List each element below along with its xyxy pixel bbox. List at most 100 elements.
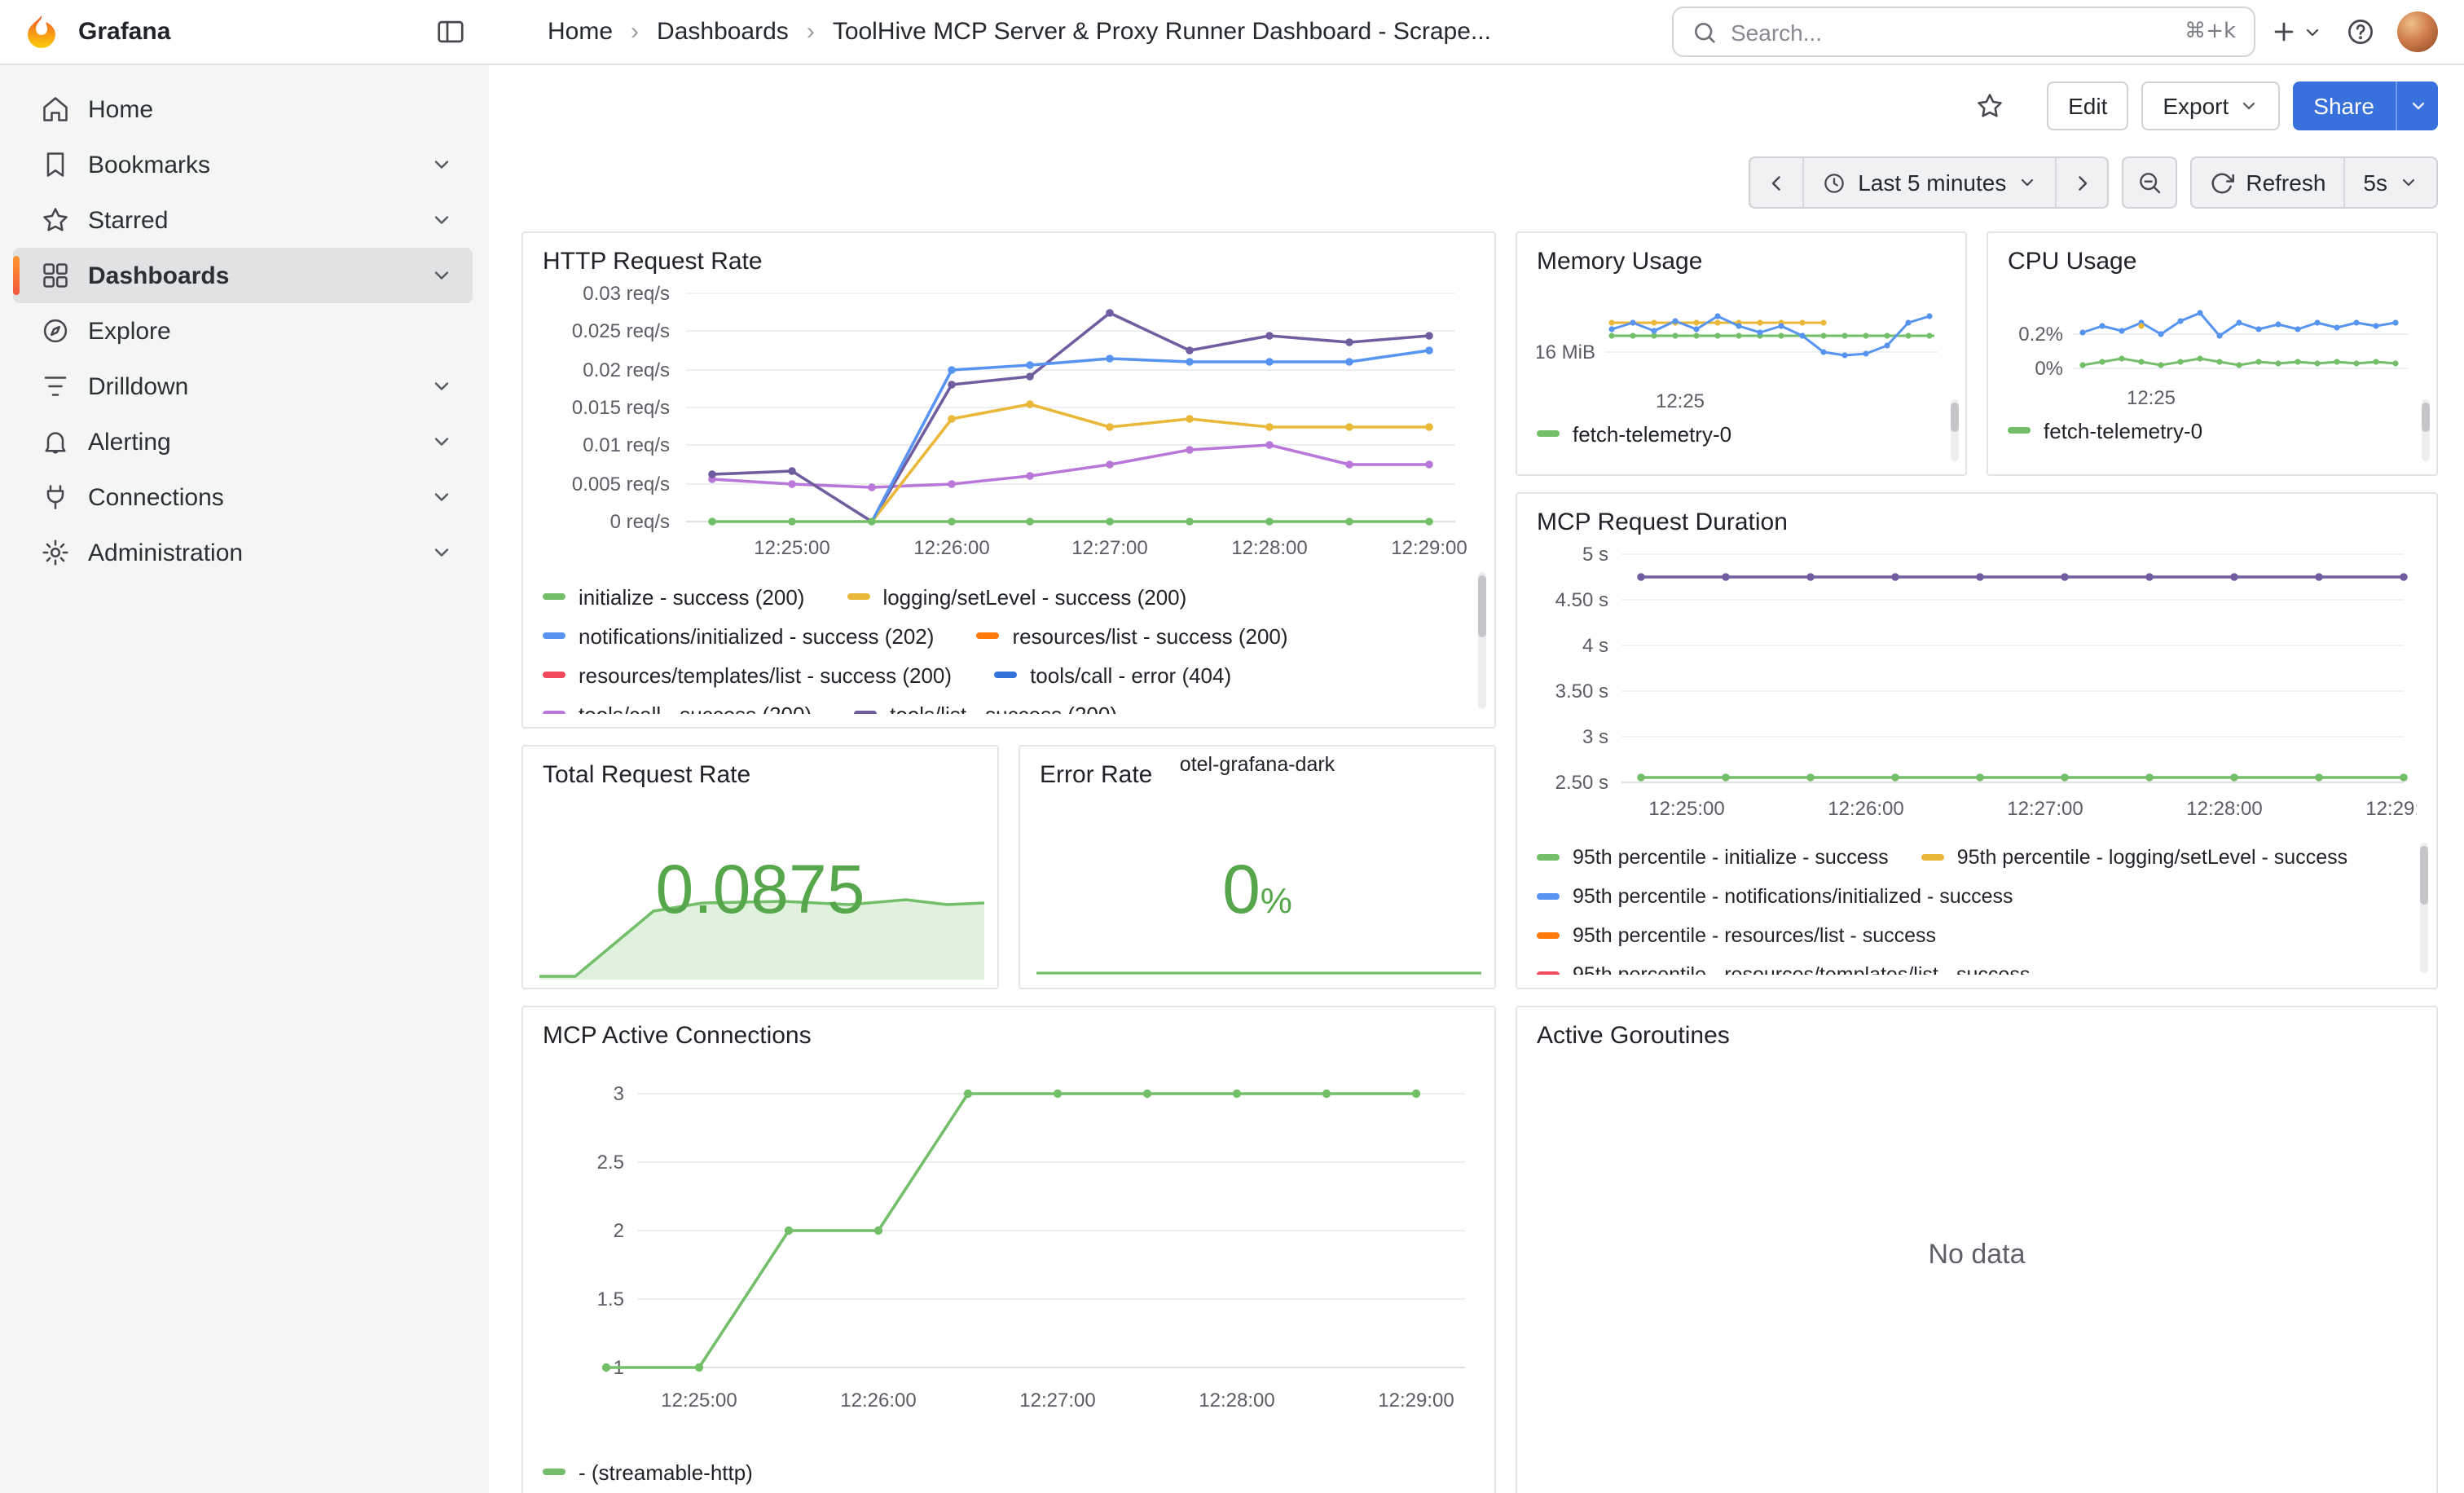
chevron-down-icon[interactable] — [430, 486, 453, 509]
sidebar-item-connections[interactable]: Connections — [13, 469, 473, 525]
legend-scrollbar[interactable] — [2420, 843, 2428, 973]
y-tick: 3 s — [1582, 726, 1608, 748]
legend-item[interactable]: initialize - success (200) — [543, 584, 804, 609]
sidebar-item-alerting[interactable]: Alerting — [13, 414, 473, 469]
y-tick: 0.005 req/s — [572, 473, 670, 495]
refresh-interval-picker[interactable]: 5s — [2343, 158, 2436, 207]
export-button[interactable]: Export — [2141, 81, 2279, 130]
user-avatar[interactable] — [2397, 11, 2438, 52]
edit-button[interactable]: Edit — [2047, 81, 2128, 130]
sidebar-item-dashboards[interactable]: Dashboards — [13, 248, 473, 303]
panel-active-goroutines: Active Goroutines No data — [1516, 1006, 2438, 1493]
time-range-picker[interactable]: Last 5 minutes — [1802, 158, 2055, 207]
legend-label: tools/call - success (200) — [579, 702, 812, 714]
x-axis: 12:25:00 12:26:00 12:27:00 12:28:00 12:2… — [661, 1390, 1454, 1412]
chevron-down-icon[interactable] — [430, 153, 453, 176]
breadcrumb-home[interactable]: Home — [548, 18, 613, 46]
y-tick: 2.50 s — [1555, 772, 1608, 794]
x-tick: 12:26:00 — [913, 537, 989, 559]
favorite-star-button[interactable] — [1969, 81, 2011, 130]
legend-item[interactable]: 95th percentile - resources/templates/li… — [1537, 963, 2030, 975]
x-tick: 12:27:00 — [1019, 1390, 1095, 1412]
mcp-request-duration-chart[interactable]: 5 s 4.50 s 4 s 3.50 s 3 s 2.50 s 12:25:0… — [1537, 541, 2417, 828]
search-input[interactable]: ⌘+k — [1672, 7, 2255, 57]
panel-title[interactable]: MCP Active Connections — [543, 1019, 812, 1055]
panel-title[interactable]: Error Rate — [1040, 758, 1152, 794]
legend-item[interactable]: tools/list - success (200) — [854, 702, 1117, 714]
chevron-down-icon[interactable] — [430, 209, 453, 231]
legend-item[interactable]: - (streamable-http) — [543, 1460, 753, 1484]
memory-legend: fetch-telemetry-0 — [1537, 417, 1946, 450]
legend-item[interactable]: notifications/initialized - success (202… — [543, 623, 934, 648]
y-tick: 0% — [2035, 358, 2063, 380]
search-shortcut: ⌘+k — [2185, 20, 2236, 44]
panel-title[interactable]: MCP Request Duration — [1537, 505, 1788, 541]
drilldown-icon — [41, 372, 70, 401]
gear-icon — [41, 538, 70, 567]
sidebar-item-administration[interactable]: Administration — [13, 525, 473, 580]
y-axis: 3 2.5 2 1.5 1 — [597, 1083, 624, 1379]
x-tick: 12:28:00 — [1231, 537, 1307, 559]
help-button[interactable] — [2337, 7, 2383, 56]
sidebar-item-bookmarks[interactable]: Bookmarks — [13, 137, 473, 192]
panel-title[interactable]: Active Goroutines — [1537, 1019, 1730, 1055]
memory-usage-chart[interactable]: 16 MiB 12:25 — [1537, 280, 1946, 417]
panel-title[interactable]: HTTP Request Rate — [543, 244, 763, 280]
grafana-logo[interactable] — [23, 13, 60, 51]
sidebar-item-drilldown[interactable]: Drilldown — [13, 359, 473, 414]
stat-unit: % — [1261, 880, 1292, 921]
legend-item[interactable]: tools/call - success (200) — [543, 702, 812, 714]
legend-item[interactable]: resources/templates/list - success (200) — [543, 663, 952, 687]
sidebar-item-explore[interactable]: Explore — [13, 303, 473, 359]
mcp-active-connections-chart[interactable]: 3 2.5 2 1.5 1 12:25:00 12:26:00 12:27:00… — [543, 1068, 1473, 1420]
panel-memory-usage: Memory Usage 16 MiB 12:25 — [1516, 231, 1967, 476]
legend-item[interactable]: 95th percentile - notifications/initiali… — [1537, 885, 2013, 908]
y-tick: 0.025 req/s — [572, 320, 670, 342]
chevron-down-icon[interactable] — [430, 264, 453, 287]
legend-item[interactable]: 95th percentile - resources/list - succe… — [1537, 924, 1936, 947]
legend-swatch — [1537, 854, 1560, 861]
panel-grid: HTTP Request Rate — [489, 209, 2464, 1493]
legend-label: - (streamable-http) — [579, 1460, 753, 1484]
panel-title[interactable]: Total Request Rate — [543, 758, 750, 794]
sidebar-item-starred[interactable]: Starred — [13, 192, 473, 248]
stat-value: 0% — [1020, 851, 1494, 929]
legend-item[interactable]: 95th percentile - logging/setLevel - suc… — [1921, 846, 2347, 869]
legend-item[interactable]: fetch-telemetry-0 — [1537, 421, 1731, 446]
search-field[interactable] — [1731, 19, 2171, 45]
y-tick: 2.5 — [597, 1152, 624, 1174]
legend-label: tools/call - error (404) — [1030, 663, 1231, 687]
legend-scrollbar[interactable] — [1478, 572, 1486, 709]
refresh-button[interactable]: Refresh — [2192, 158, 2343, 207]
panel-title[interactable]: Memory Usage — [1537, 244, 1702, 280]
legend-label: fetch-telemetry-0 — [2044, 418, 2202, 443]
legend-label: resources/templates/list - success (200) — [579, 663, 952, 687]
legend-scrollbar[interactable] — [1951, 399, 1959, 461]
share-button[interactable]: Share — [2292, 81, 2396, 130]
app-shell: Home Bookmarks Starred — [0, 65, 2464, 1493]
chevron-down-icon[interactable] — [430, 430, 453, 453]
share-dropdown-toggle[interactable] — [2396, 81, 2438, 130]
cpu-usage-chart[interactable]: 0.2% 0% 12:25 — [2008, 280, 2417, 414]
y-tick: 16 MiB — [1537, 341, 1595, 363]
http-request-rate-chart[interactable]: 0.03 req/s 0.025 req/s 0.02 req/s 0.015 … — [543, 280, 1473, 570]
legend-item[interactable]: 95th percentile - initialize - success — [1537, 846, 1889, 869]
panel-title[interactable]: CPU Usage — [2008, 244, 2136, 280]
sidebar-item-home[interactable]: Home — [13, 81, 473, 137]
x-tick: 12:28:00 — [2186, 798, 2262, 820]
dock-sidebar-icon[interactable] — [427, 7, 473, 56]
legend-scrollbar[interactable] — [2422, 399, 2430, 461]
y-tick: 0.2% — [2018, 324, 2063, 346]
zoom-out-button[interactable] — [2123, 158, 2176, 207]
legend-item[interactable]: resources/list - success (200) — [976, 623, 1287, 648]
time-range-forward-button[interactable] — [2055, 158, 2107, 207]
legend-item[interactable]: logging/setLevel - success (200) — [847, 584, 1186, 609]
legend-item[interactable]: tools/call - error (404) — [994, 663, 1231, 687]
add-new-button[interactable] — [2270, 7, 2322, 56]
chevron-down-icon[interactable] — [430, 541, 453, 564]
legend-item[interactable]: fetch-telemetry-0 — [2008, 418, 2202, 443]
chevron-down-icon[interactable] — [430, 375, 453, 398]
breadcrumb-dashboards[interactable]: Dashboards — [657, 18, 789, 46]
time-range-back-button[interactable] — [1750, 158, 1802, 207]
error-rate-sparkline — [1036, 967, 1481, 980]
